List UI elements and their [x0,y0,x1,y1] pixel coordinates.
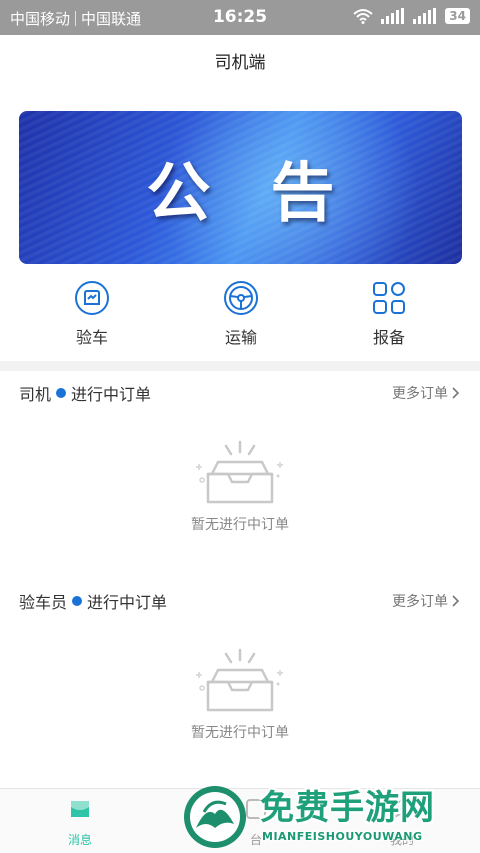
status-dot [72,596,83,606]
car-inspect-icon [75,281,109,315]
quick-item-label: 报备 [372,328,405,347]
status-dot [56,388,67,398]
tab-label: 消息 [67,833,92,847]
banner-char-1: 公 [146,156,211,231]
section-title: 验车员 进行中订单 [19,589,167,613]
status-bar: 中国移动 中国联通 16:25 34 [0,0,480,35]
section-role: 司机 [19,385,52,404]
section-header: 验车员 进行中订单 更多订单 [0,580,480,620]
empty-text: 暂无进行中订单 [191,517,289,533]
grid-apps-icon [373,282,405,314]
quick-item-inspect[interactable]: 验车 [47,280,137,348]
status-icons: 34 [353,8,470,24]
section-header: 司机 进行中订单 更多订单 [0,372,480,412]
driver-orders-section: 司机 进行中订单 更多订单 暂无进行中订单 [0,372,480,582]
watermark-logo-icon [184,786,246,848]
empty-state: 暂无进行中订单 [0,412,480,582]
quick-item-label: 运输 [224,328,257,347]
signal-icon [413,8,437,24]
quick-item-report[interactable]: 报备 [344,280,434,348]
section-title-text: 进行中订单 [87,593,168,612]
site-watermark: 免费手游网 MIANFEISHOUYOUWANG [182,778,477,853]
more-orders-link[interactable]: 更多订单 [392,383,460,403]
tab-messages[interactable]: 消息 [30,797,130,848]
chevron-right-icon [452,387,460,399]
battery-indicator: 34 [445,8,470,24]
empty-box-icon [196,648,283,712]
wifi-icon [353,9,373,24]
chevron-right-icon [452,595,460,607]
watermark-subtext: MIANFEISHOUYOUWANG [262,830,423,843]
empty-box-icon [196,440,283,504]
empty-state: 暂无进行中订单 [0,620,480,790]
steering-wheel-icon [224,281,258,315]
section-title: 司机 进行中订单 [19,381,151,405]
quick-item-label: 验车 [75,328,108,347]
inspector-orders-section: 验车员 进行中订单 更多订单 暂无进行中订单 [0,580,480,790]
announcement-banner[interactable]: 公 告 [19,111,462,264]
section-role: 验车员 [19,593,68,612]
more-orders-label: 更多订单 [392,594,448,610]
quick-item-transport[interactable]: 运输 [196,280,286,348]
page-title: 司机端 [214,53,266,73]
more-orders-link[interactable]: 更多订单 [392,591,460,611]
section-title-text: 进行中订单 [71,385,152,404]
signal-icon [381,8,405,24]
section-divider [0,361,480,371]
banner-char-2: 告 [270,156,335,231]
more-orders-label: 更多订单 [392,386,448,402]
quick-menu: 验车 运输 报备 [0,280,480,348]
message-icon [71,801,89,817]
empty-text: 暂无进行中订单 [191,725,289,741]
watermark-text: 免费手游网 [260,788,435,828]
banner-title: 公 告 [19,111,462,264]
